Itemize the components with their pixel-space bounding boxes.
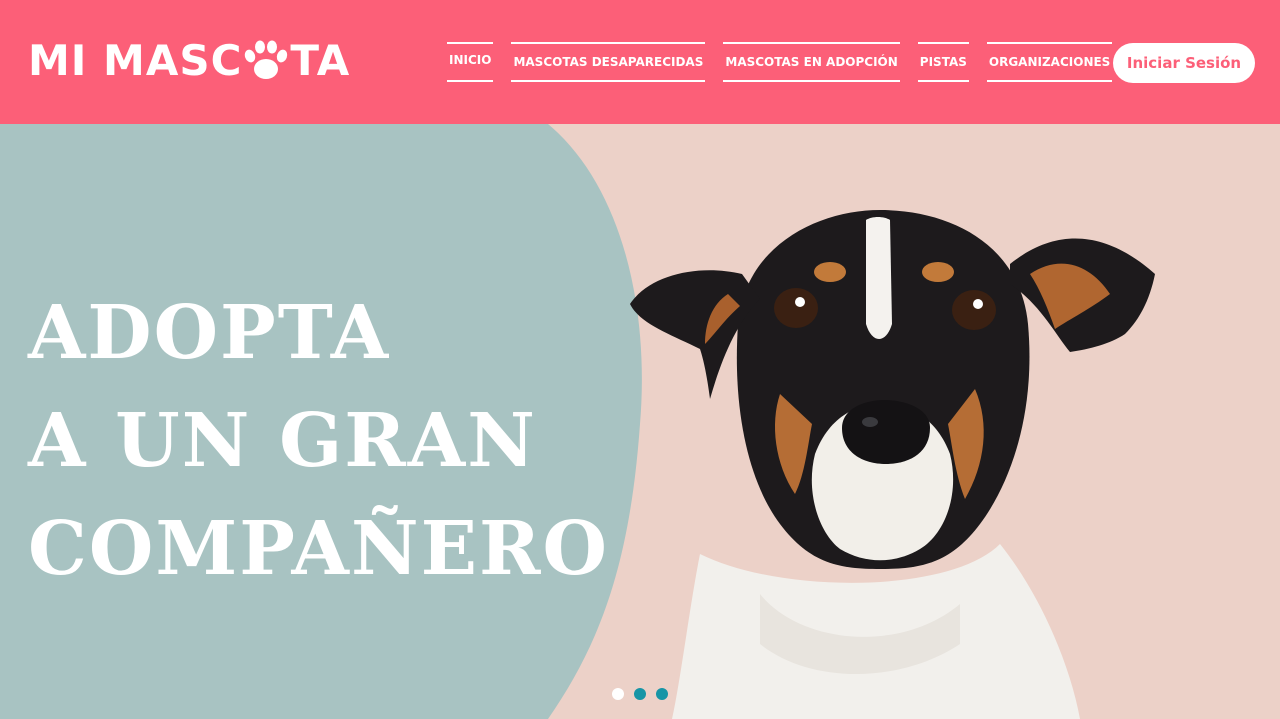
hero-title: ADOPTA A UN GRAN COMPAÑERO — [28, 279, 648, 603]
brand-name-part-1: MI MASC — [28, 36, 243, 85]
brand-name-part-2: TA — [290, 36, 351, 85]
main-nav: INICIO MASCOTAS DESAPARECIDAS MASCOTAS E… — [447, 42, 1130, 82]
hero-title-line-2: A UN GRAN — [28, 397, 537, 484]
carousel-indicators — [612, 688, 678, 700]
login-button[interactable]: Iniciar Sesión — [1113, 43, 1255, 83]
page: MI MASC TA INICIO MASCOTAS DESAPARECIDAS… — [0, 0, 1280, 719]
carousel-dot[interactable] — [656, 688, 668, 700]
nav-item-mascotas-en-adopcion[interactable]: MASCOTAS EN ADOPCIÓN — [723, 42, 900, 82]
nav-item-pistas[interactable]: PISTAS — [917, 42, 969, 82]
brand-logo[interactable]: MI MASC TA — [28, 36, 350, 86]
hero-title-line-3: COMPAÑERO — [28, 505, 609, 592]
paw-print-icon — [245, 40, 288, 79]
carousel-dot[interactable] — [634, 688, 646, 700]
nav-item-mascotas-desaparecidas[interactable]: MASCOTAS DESAPARECIDAS — [511, 42, 706, 82]
hero-title-line-1: ADOPTA — [28, 289, 391, 376]
carousel-dot[interactable] — [612, 688, 624, 700]
nav-item-inicio[interactable]: INICIO — [447, 42, 494, 82]
hero-carousel: ADOPTA A UN GRAN COMPAÑERO — [0, 124, 1280, 719]
site-header: MI MASC TA INICIO MASCOTAS DESAPARECIDAS… — [0, 0, 1280, 124]
nav-item-organizaciones[interactable]: ORGANIZACIONES — [986, 42, 1113, 82]
